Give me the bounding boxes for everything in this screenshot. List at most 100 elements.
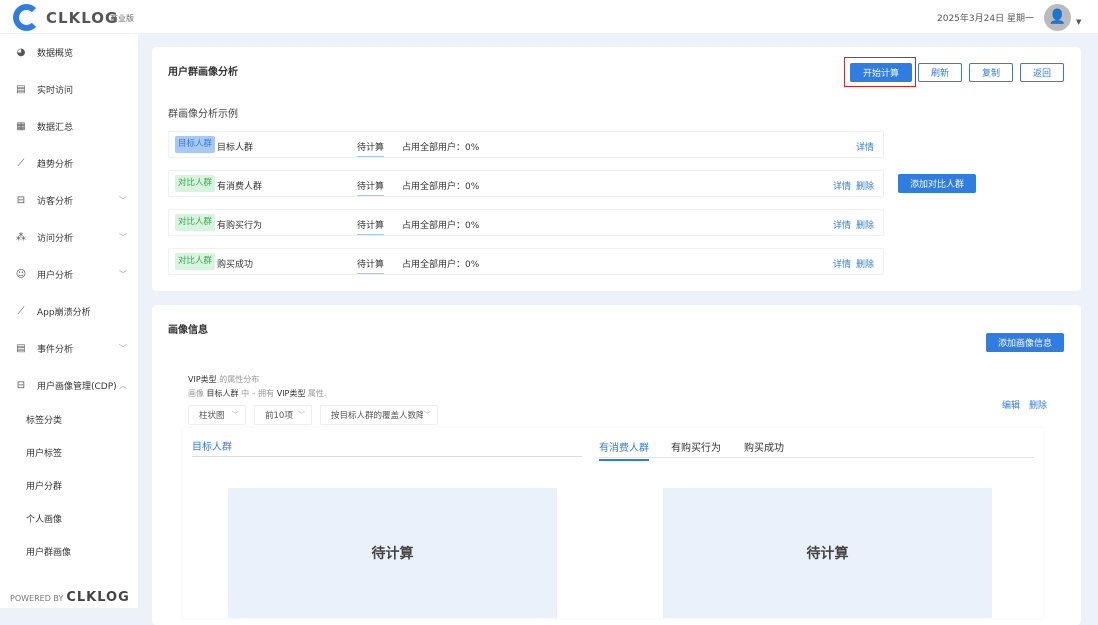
- chart-type-value: 柱状图: [199, 411, 225, 421]
- analysis-title: 用户群画像分析: [168, 67, 238, 78]
- logo-icon: [13, 4, 40, 31]
- chevron-icon: ﹀: [119, 195, 127, 205]
- summary-icon: ▦: [16, 120, 26, 132]
- powered-by: POWERED BY CLKLOG: [10, 590, 130, 605]
- detail-link[interactable]: 详情: [833, 179, 851, 192]
- sort-value: 按目标人群的覆盖人数降序: [331, 411, 423, 421]
- delete-link[interactable]: 删除: [856, 257, 874, 270]
- logo-text: CLKLOG: [46, 9, 119, 27]
- calc-status: 待计算: [357, 218, 385, 235]
- chevron-icon: ︿: [119, 380, 127, 390]
- desc-mid: 中 – 拥有: [238, 389, 277, 398]
- powered-logo: CLKLOG: [66, 590, 130, 605]
- tab-purchase-success[interactable]: 购买成功: [744, 439, 784, 454]
- chevron-down-icon: ﹀: [298, 411, 305, 419]
- sidebar-item[interactable]: ⊟ 访客分析 ﹀: [0, 190, 138, 210]
- delete-link[interactable]: 删除: [856, 179, 874, 192]
- sidebar-item-label: 用户画像管理(CDP): [37, 381, 117, 392]
- top-n-select[interactable]: 前10项 ﹀: [254, 405, 312, 425]
- copy-button[interactable]: 复制: [969, 63, 1013, 82]
- sidebar-subitem[interactable]: 用户分群: [26, 479, 62, 492]
- sidebar-item[interactable]: ⊟ 用户画像管理(CDP) ︿: [0, 375, 138, 395]
- group-type-tag: 对比人群: [175, 214, 216, 231]
- calc-status: 待计算: [357, 257, 385, 274]
- group-name: 购买成功: [217, 260, 254, 270]
- desc-prefix: 画像: [188, 389, 207, 398]
- chevron-icon: ﹀: [119, 269, 127, 279]
- desc-group: 目标人群: [206, 389, 239, 398]
- calc-status: 待计算: [357, 140, 385, 157]
- compare-chart-placeholder: 待计算: [663, 488, 992, 618]
- attr-heading: VIP类型 的属性分布: [188, 374, 259, 385]
- visitor-icon: ⊟: [16, 194, 26, 206]
- group-name: 有购买行为: [217, 221, 263, 231]
- tabs-divider: [599, 457, 1034, 458]
- date-label: 2025年3月24日 星期一: [937, 14, 1034, 24]
- sidebar-item-label: 实时访问: [37, 85, 74, 96]
- detail-link[interactable]: 详情: [833, 218, 851, 231]
- attr-desc: 画像 目标人群 中 – 拥有 VIP类型 属性.: [188, 388, 326, 399]
- tab-has-purchase[interactable]: 有购买行为: [671, 439, 721, 454]
- group-name: 目标人群: [217, 143, 254, 153]
- sidebar-item[interactable]: ☺ 用户分析 ﹀: [0, 264, 138, 284]
- chevron-icon: ﹀: [119, 343, 127, 353]
- tab-has-consumption[interactable]: 有消费人群: [599, 439, 649, 461]
- calc-status: 待计算: [357, 179, 385, 196]
- avatar[interactable]: 👤: [1044, 4, 1071, 31]
- group-row: 对比人群 有消费人群 待计算 占用全部用户：0% 详情 删除: [168, 170, 884, 197]
- trend-icon: ⟋: [17, 157, 25, 169]
- add-profile-button[interactable]: 添加画像信息: [986, 333, 1064, 352]
- refresh-button[interactable]: 刷新: [918, 63, 962, 82]
- start-calc-button[interactable]: 开始计算: [850, 63, 912, 82]
- back-button[interactable]: 返回: [1020, 63, 1064, 82]
- divider: [192, 456, 582, 457]
- top-n-value: 前10项: [265, 411, 293, 421]
- delete-link[interactable]: 删除: [1029, 398, 1047, 411]
- sidebar-subitem[interactable]: 标签分类: [26, 413, 62, 426]
- dashboard-icon: ◕: [16, 46, 26, 58]
- sidebar-item-label: 访客分析: [37, 196, 74, 207]
- realtime-icon: ▤: [16, 83, 26, 95]
- profile-title: 画像信息: [168, 325, 208, 336]
- user-share: 占用全部用户：0%: [402, 143, 480, 153]
- group-row: 目标人群 目标人群 待计算 占用全部用户：0% 详情: [168, 131, 884, 158]
- sidebar-item[interactable]: ⁂ 访问分析 ﹀: [0, 227, 138, 247]
- delete-link[interactable]: 删除: [856, 218, 874, 231]
- attr-name: VIP类型: [188, 375, 217, 384]
- event-icon: ▤: [16, 342, 26, 354]
- sidebar-item[interactable]: ◕ 数据概览: [0, 42, 138, 62]
- group-type-tag: 对比人群: [175, 175, 216, 192]
- sidebar-item[interactable]: ⟋ 趋势分析: [0, 153, 138, 173]
- chart-type-select[interactable]: 柱状图 ﹀: [188, 405, 246, 425]
- desc-end: 属性.: [305, 389, 327, 398]
- attr-suffix: 的属性分布: [216, 375, 260, 384]
- detail-link[interactable]: 详情: [833, 257, 851, 270]
- sidebar-item-label: 数据概览: [37, 48, 74, 59]
- group-name: 有消费人群: [217, 182, 263, 192]
- edit-link[interactable]: 编辑: [1002, 398, 1020, 411]
- sidebar-item[interactable]: ▦ 数据汇总: [0, 116, 138, 136]
- edition-label: 商业版: [110, 14, 134, 23]
- group-row: 对比人群 购买成功 待计算 占用全部用户：0% 详情 删除: [168, 248, 884, 275]
- sort-select[interactable]: 按目标人群的覆盖人数降序 ﹀: [320, 405, 438, 425]
- chevron-icon: ﹀: [119, 232, 127, 242]
- sidebar-subitem[interactable]: 用户标签: [26, 446, 62, 459]
- example-subtitle: 群画像分析示例: [168, 109, 238, 120]
- sidebar-item[interactable]: ▤ 实时访问: [0, 79, 138, 99]
- sidebar-item-label: 趋势分析: [37, 159, 74, 170]
- caret-down-icon[interactable]: ▼: [1076, 18, 1081, 26]
- chevron-down-icon: ﹀: [424, 411, 431, 419]
- sidebar-subitem[interactable]: 个人画像: [26, 512, 62, 525]
- user-icon: ☺: [15, 268, 27, 280]
- detail-link[interactable]: 详情: [856, 140, 874, 153]
- header: CLKLOG 商业版 2025年3月24日 星期一 👤 ▼: [0, 0, 1098, 34]
- add-compare-button[interactable]: 添加对比人群: [898, 174, 976, 193]
- crash-icon: ⟋: [17, 305, 25, 317]
- sidebar-item[interactable]: ⟋ App崩溃分析: [0, 301, 138, 321]
- sidebar-item[interactable]: ▤ 事件分析 ﹀: [0, 338, 138, 358]
- sidebar-item-label: 数据汇总: [37, 122, 74, 133]
- user-share: 占用全部用户：0%: [402, 182, 480, 192]
- sidebar-subitem[interactable]: 用户群画像: [26, 545, 71, 558]
- sidebar-item-label: App崩溃分析: [37, 307, 91, 318]
- sidebar: ◕ 数据概览 ▤ 实时访问 ▦ 数据汇总 ⟋ 趋势分析 ⊟ 访客分析 ﹀ ⁂ 访问分析 ﹀ ☺ 用户分析 ﹀ ⟋ A…: [0, 34, 138, 608]
